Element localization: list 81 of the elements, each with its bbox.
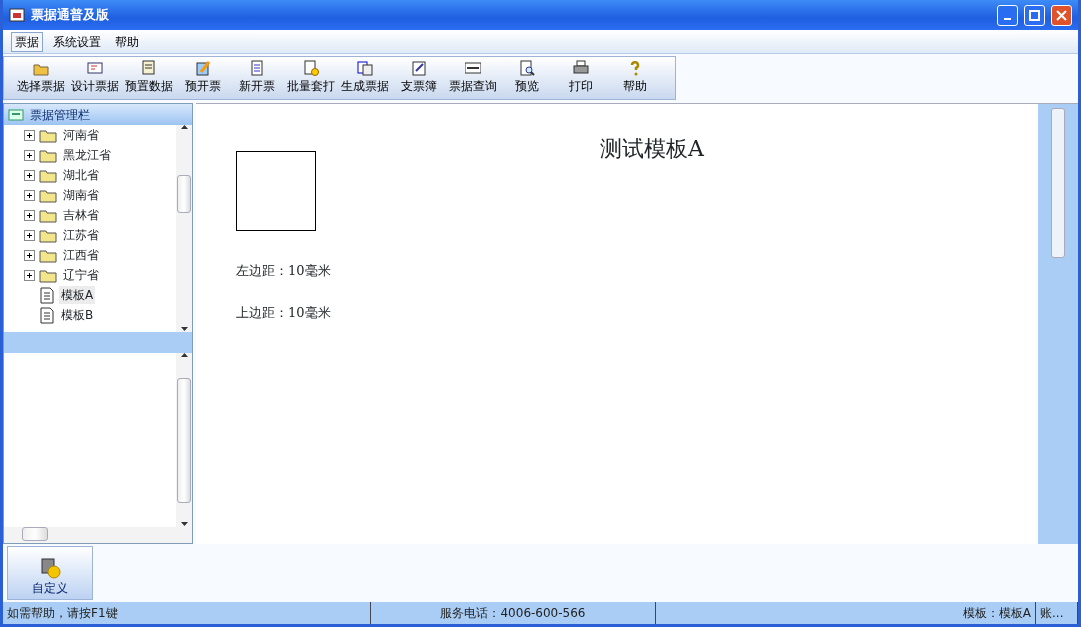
folder-icon bbox=[39, 227, 57, 243]
status-text: 服务电话：4006-600-566 bbox=[371, 602, 656, 624]
scroll-thumb[interactable] bbox=[177, 377, 191, 503]
margin-text: 上边距：10毫米 bbox=[236, 303, 332, 322]
up-arrow-icon[interactable] bbox=[180, 353, 188, 358]
status-text: 账... bbox=[1036, 602, 1078, 624]
tree-item[interactable]: 江苏省 bbox=[61, 226, 101, 244]
expander-icon[interactable] bbox=[24, 129, 35, 141]
expander-icon[interactable] bbox=[24, 209, 35, 221]
minimize-button[interactable] bbox=[997, 4, 1018, 26]
panel-title: 票据管理栏 bbox=[30, 106, 90, 124]
minimize-icon bbox=[1004, 18, 1011, 20]
down-arrow-icon[interactable] bbox=[180, 327, 188, 332]
scrollbar[interactable] bbox=[176, 353, 192, 527]
printer-icon bbox=[573, 60, 589, 76]
document-icon bbox=[249, 60, 265, 76]
document-icon bbox=[39, 306, 55, 324]
scroll-thumb[interactable] bbox=[177, 174, 191, 213]
tree-item[interactable]: 模板B bbox=[59, 306, 96, 324]
tree-item[interactable]: 湖北省 bbox=[61, 166, 101, 184]
document-stack-icon bbox=[141, 60, 157, 76]
down-arrow-icon[interactable] bbox=[180, 522, 188, 527]
panel-icon bbox=[8, 107, 24, 122]
folder-icon bbox=[39, 127, 57, 143]
folder-icon bbox=[39, 167, 57, 183]
tree-item[interactable]: 河南省 bbox=[61, 126, 101, 144]
toolbar-button[interactable]: 新开票 bbox=[230, 60, 284, 95]
up-arrow-icon[interactable] bbox=[180, 125, 188, 130]
close-button[interactable] bbox=[1051, 4, 1072, 26]
horizontal-scrollbar[interactable] bbox=[4, 527, 192, 543]
document-icon bbox=[39, 286, 55, 304]
window-title: 票据通普及版 bbox=[31, 6, 110, 25]
expander-icon[interactable] bbox=[24, 149, 35, 161]
card-icon bbox=[87, 60, 103, 76]
toolbar-button[interactable]: 批量套打 bbox=[284, 60, 338, 95]
expander-icon[interactable] bbox=[24, 189, 35, 201]
close-icon bbox=[1056, 9, 1067, 21]
scroll-thumb[interactable] bbox=[1051, 108, 1065, 258]
tree-item[interactable]: 辽宁省 bbox=[61, 266, 101, 284]
toolbar-button[interactable]: 票据查询 bbox=[446, 60, 500, 95]
scrollbar[interactable] bbox=[1038, 104, 1078, 544]
tree-item[interactable]: 黑龙江省 bbox=[61, 146, 113, 164]
status-text: 模板：模板A bbox=[656, 602, 1036, 624]
folder-icon bbox=[39, 247, 57, 263]
maximize-icon bbox=[1029, 9, 1040, 21]
magnifier-document-icon bbox=[519, 60, 535, 76]
toolbar-button[interactable]: 预览 bbox=[500, 60, 554, 95]
custom-button[interactable]: 自定义 bbox=[7, 546, 93, 600]
menu-item[interactable]: 系统设置 bbox=[49, 31, 105, 52]
folder-icon bbox=[39, 207, 57, 223]
toolbar-button[interactable]: 预开票 bbox=[176, 60, 230, 95]
toolbar-button[interactable]: 打印 bbox=[554, 60, 608, 95]
notepad-icon bbox=[411, 60, 427, 76]
tree-item[interactable]: 江西省 bbox=[61, 246, 101, 264]
tree-item[interactable]: 吉林省 bbox=[61, 206, 101, 224]
toolbar-button[interactable]: 预置数据 bbox=[122, 60, 176, 95]
toolbar-button[interactable]: 支票簿 bbox=[392, 60, 446, 95]
status-text: 如需帮助，请按F1键 bbox=[3, 602, 371, 624]
folder-icon bbox=[39, 267, 57, 283]
documents-icon bbox=[357, 60, 373, 76]
expander-icon[interactable] bbox=[24, 169, 35, 181]
tree-item[interactable]: 模板A bbox=[59, 286, 96, 304]
folder-icon bbox=[39, 187, 57, 203]
pencil-document-icon bbox=[195, 60, 211, 76]
margin-text: 左边距：10毫米 bbox=[236, 262, 332, 280]
maximize-button[interactable] bbox=[1024, 4, 1045, 26]
folder-icon bbox=[39, 147, 57, 163]
menu-item[interactable]: 帮助 bbox=[111, 31, 143, 52]
toolbar-button[interactable]: 选择票据 bbox=[14, 60, 68, 95]
toolbar-button[interactable]: 设计票据 bbox=[68, 60, 122, 95]
scroll-thumb[interactable] bbox=[22, 527, 48, 541]
scrollbar[interactable] bbox=[176, 125, 192, 332]
expander-icon[interactable] bbox=[24, 269, 35, 281]
app-icon bbox=[9, 7, 25, 23]
expander-icon[interactable] bbox=[24, 229, 35, 241]
toolbar-button[interactable]: 生成票据 bbox=[338, 60, 392, 95]
document-title: 测试模板A bbox=[599, 135, 705, 163]
menu-item[interactable]: 票据 bbox=[11, 31, 43, 52]
tree-item[interactable]: 湖南省 bbox=[61, 186, 101, 204]
expander-icon[interactable] bbox=[24, 249, 35, 261]
toolbar-button[interactable]: 帮助 bbox=[608, 60, 662, 95]
